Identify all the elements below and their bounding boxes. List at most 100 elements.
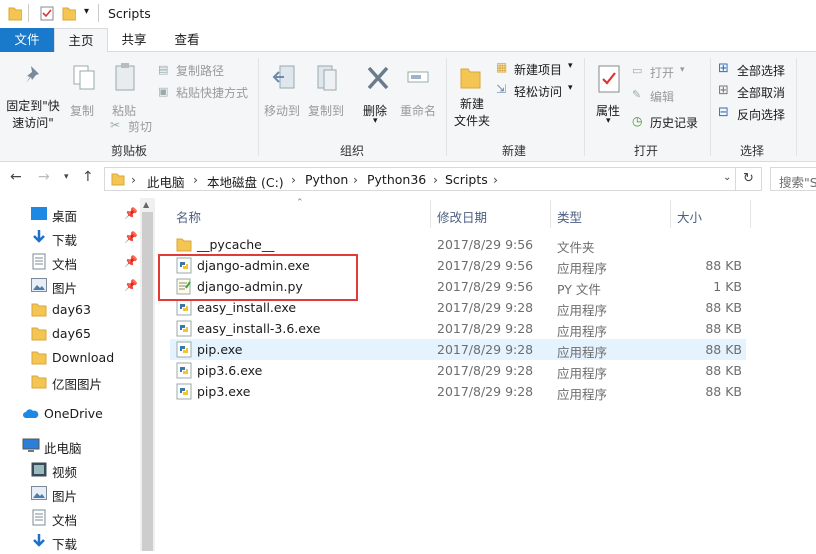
forward-arrow-icon[interactable]: → — [38, 169, 50, 185]
move-to-button[interactable]: 移动到 — [264, 58, 304, 118]
column-separator[interactable] — [430, 200, 431, 228]
file-row[interactable]: pip.exe 2017/8/29 9:28 应用程序 88 KB — [170, 339, 746, 360]
column-separator[interactable] — [550, 200, 551, 228]
recent-locations-chevron-icon[interactable]: ▾ — [64, 172, 69, 182]
tab-view[interactable]: 查看 — [160, 28, 214, 52]
ribbon-tabs: 文件 主页 共享 查看 — [0, 28, 816, 53]
nav-item-this-pc[interactable]: 此电脑 — [0, 434, 150, 458]
tab-home[interactable]: 主页 — [54, 28, 108, 53]
breadcrumb-local-disk[interactable]: 本地磁盘 (C:) — [207, 172, 284, 191]
nav-scrollbar-thumb[interactable] — [142, 212, 153, 551]
nav-item-edraw-images[interactable]: 亿图图片 — [0, 370, 150, 394]
title-bar: ▾ Scripts — [0, 0, 816, 28]
nav-item-pc-downloads[interactable]: 下载 — [0, 530, 150, 554]
file-date: 2017/8/29 9:28 — [437, 384, 534, 399]
edit-button[interactable]: ✎ 编辑 — [632, 88, 692, 104]
copy-path-button[interactable]: ▤ 复制路径 — [158, 62, 254, 78]
column-separator[interactable] — [750, 200, 751, 228]
rename-button[interactable]: 重命名 — [398, 58, 440, 118]
scroll-up-arrow-icon[interactable]: ▲ — [143, 200, 149, 209]
open-button[interactable]: ▭ 打开 ▾ — [632, 64, 702, 80]
folder-icon — [31, 303, 47, 317]
nav-item-label: OneDrive — [44, 406, 103, 421]
new-folder-label: 新建 文件夹 — [453, 97, 490, 128]
tab-file[interactable]: 文件 — [0, 28, 54, 52]
breadcrumb-scripts[interactable]: Scripts — [445, 172, 488, 187]
select-none-button[interactable]: ⊞ 全部取消 — [718, 83, 798, 100]
file-name: easy_install-3.6.exe — [197, 321, 321, 336]
invert-selection-button[interactable]: ⊟ 反向选择 — [718, 105, 798, 122]
breadcrumb-this-pc[interactable]: 此电脑 — [147, 172, 185, 191]
customize-quick-access-icon[interactable]: ▾ — [84, 6, 89, 17]
paste-button[interactable]: 粘贴 — [106, 58, 146, 118]
nav-item-day63[interactable]: day63 — [0, 298, 150, 322]
file-name: pip3.6.exe — [197, 363, 263, 378]
cut-button[interactable]: ✂ 剪切 — [110, 118, 160, 134]
back-arrow-icon[interactable]: ← — [10, 169, 22, 185]
column-header-type[interactable]: 类型 — [557, 207, 582, 226]
nav-item-videos[interactable]: 视频 — [0, 458, 150, 482]
column-separator[interactable] — [670, 200, 671, 228]
pin-quick-access-button[interactable]: 固定到"快 速访问" — [4, 58, 62, 134]
file-row[interactable]: easy_install-3.6.exe 2017/8/29 9:28 应用程序 88… — [170, 318, 746, 339]
pictures-icon — [31, 486, 47, 500]
file-row[interactable]: __pycache__ 2017/8/29 9:56 文件夹 — [170, 234, 746, 255]
refresh-icon[interactable]: ↻ — [736, 167, 762, 191]
nav-item-documents[interactable]: 文档 📌 — [0, 250, 150, 274]
new-item-button[interactable]: ▦ 新建项目 ▾ — [496, 60, 580, 78]
nav-item-pc-pictures[interactable]: 图片 — [0, 482, 150, 506]
address-history-chevron-icon[interactable]: ⌄ — [723, 172, 731, 183]
copy-button[interactable]: 复制 — [64, 58, 104, 118]
breadcrumb-separator-icon: › — [291, 172, 296, 187]
folder-icon — [111, 173, 125, 186]
ribbon: 固定到"快 速访问" 复制 粘贴 ▤ 复制路径 ▣ 粘贴快捷方式 ✂ 剪切 剪贴… — [0, 52, 816, 162]
column-header-date[interactable]: 修改日期 — [437, 207, 487, 226]
column-header-size[interactable]: 大小 — [677, 207, 702, 226]
easy-access-button[interactable]: ⇲ 轻松访问 ▾ — [496, 82, 580, 100]
computer-icon — [22, 438, 40, 452]
nav-item-onedrive[interactable]: OneDrive — [0, 402, 150, 426]
nav-item-day65[interactable]: day65 — [0, 322, 150, 346]
open-label: 打开 — [650, 66, 675, 80]
nav-item-label: Download — [52, 350, 115, 365]
paste-shortcut-button[interactable]: ▣ 粘贴快捷方式 — [158, 84, 258, 100]
file-type: 应用程序 — [557, 324, 608, 339]
copy-to-button[interactable]: 复制到 — [306, 58, 346, 118]
breadcrumb-python36[interactable]: Python36 — [367, 172, 426, 187]
nav-item-pictures[interactable]: 图片 📌 — [0, 274, 150, 298]
column-header-name[interactable]: 名称 — [176, 207, 201, 226]
file-name: easy_install.exe — [197, 300, 297, 315]
properties-quick-icon[interactable] — [40, 5, 54, 21]
tab-share[interactable]: 共享 — [108, 28, 160, 52]
breadcrumb-python[interactable]: Python — [305, 172, 348, 187]
download-icon — [33, 230, 45, 243]
nav-item-label: 此电脑 — [44, 441, 82, 456]
breadcrumb-separator-icon: › — [131, 172, 136, 187]
copy-icon — [73, 65, 95, 90]
file-row[interactable]: pip3.exe 2017/8/29 9:28 应用程序 88 KB — [170, 381, 746, 402]
nav-item-label: 图片 — [52, 489, 78, 504]
nav-item-pc-documents[interactable]: 文档 — [0, 506, 150, 530]
paste-icon — [115, 63, 135, 91]
delete-button[interactable]: 删除 ▾ — [360, 58, 396, 130]
file-size: 88 KB — [705, 384, 742, 399]
pin-icon: 📌 — [124, 231, 138, 244]
new-folder-button[interactable]: 新建 文件夹 — [450, 58, 494, 138]
select-all-button[interactable]: ⊞ 全部选择 — [718, 61, 798, 78]
history-button[interactable]: ◷ 历史记录 — [632, 114, 706, 130]
folder-icon — [31, 375, 47, 389]
file-date: 2017/8/29 9:28 — [437, 363, 534, 378]
invert-selection-icon: ⊟ — [718, 105, 729, 120]
properties-button[interactable]: 属性 ▾ — [590, 58, 628, 130]
address-bar[interactable]: › 此电脑 › 本地磁盘 (C:) › Python › Python36 › … — [104, 167, 736, 191]
pin-icon: 📌 — [124, 207, 138, 220]
file-name: pip3.exe — [197, 384, 251, 399]
nav-item-desktop[interactable]: 桌面 📌 — [0, 202, 150, 226]
nav-item-download-folder[interactable]: Download — [0, 346, 150, 370]
nav-item-downloads[interactable]: 下载 📌 — [0, 226, 150, 250]
file-size: 88 KB — [705, 342, 742, 357]
search-input[interactable]: 搜索"S — [770, 167, 816, 191]
up-arrow-icon[interactable]: ↑ — [82, 169, 94, 185]
new-folder-quick-icon[interactable] — [62, 5, 76, 21]
file-row[interactable]: pip3.6.exe 2017/8/29 9:28 应用程序 88 KB — [170, 360, 746, 381]
